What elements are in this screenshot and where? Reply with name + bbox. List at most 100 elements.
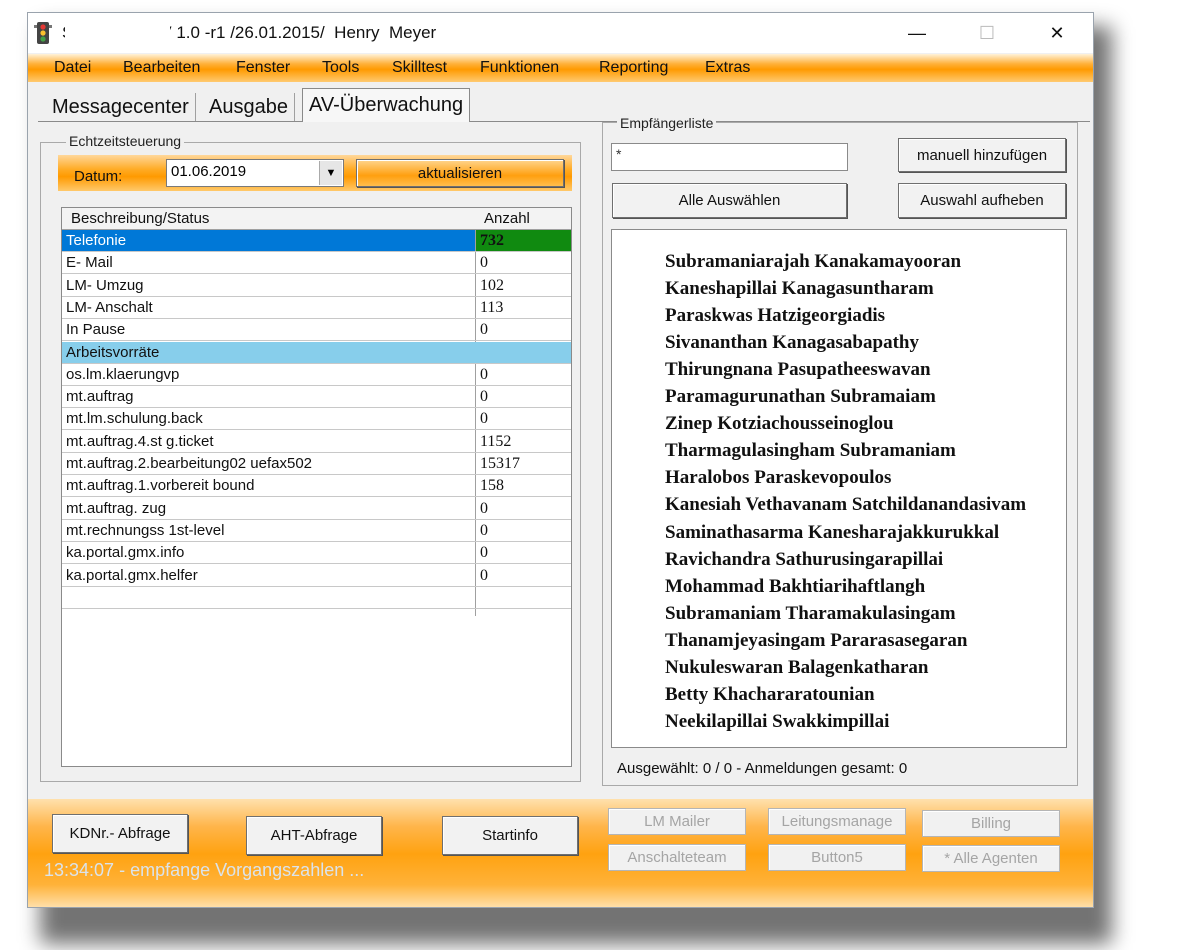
row-description: os.lm.klaerungvp <box>66 365 180 383</box>
row-description <box>66 587 471 608</box>
title-redaction <box>65 22 170 44</box>
list-item[interactable]: Paraskwas Hatzigeorgiadis <box>665 305 885 327</box>
row-description: LM- Umzug <box>66 276 144 294</box>
billing-button[interactable]: Billing <box>922 810 1060 837</box>
row-count <box>480 342 568 363</box>
row-description: mt.auftrag <box>66 388 134 406</box>
row-description: Arbeitsvorräte <box>66 343 160 361</box>
row-count: 1152 <box>480 432 512 450</box>
aht-query-button[interactable]: AHT-Abfrage <box>246 816 382 855</box>
refresh-button[interactable]: aktualisieren <box>356 159 564 187</box>
title-bar[interactable]: Supervision V 1.0 -r1 /26.01.2015/ Henry… <box>28 13 1093 53</box>
table-row[interactable] <box>62 587 571 609</box>
maximize-button[interactable]: ☐ <box>957 13 1017 53</box>
table-row[interactable]: Telefonie 732 <box>62 230 571 252</box>
table-row[interactable]: mt.auftrag. zug 0 <box>62 498 571 520</box>
tab-av-ueberwachung[interactable]: AV-Überwachung <box>302 88 471 122</box>
date-dropdown[interactable]: 01.06.2019 ▼ <box>166 159 344 187</box>
row-description: mt.auftrag.4.st g.ticket <box>66 432 214 450</box>
list-item[interactable]: Kaneshapillai Kanagasuntharam <box>665 278 934 300</box>
tab-ausgabe[interactable]: Ausgabe <box>203 93 295 121</box>
minimize-button[interactable]: — <box>887 13 947 53</box>
anschalteteam-button[interactable]: Anschalteteam <box>608 844 746 871</box>
realtime-group-label: Echtzeitsteuerung <box>66 133 185 149</box>
menu-extras[interactable]: Extras <box>705 59 750 77</box>
row-description: LM- Anschalt <box>66 298 153 316</box>
all-agents-button[interactable]: * Alle Agenten <box>922 845 1060 872</box>
menu-bearbeiten[interactable]: Bearbeiten <box>123 59 200 77</box>
row-count: 0 <box>480 388 488 406</box>
table-row[interactable]: mt.auftrag 0 <box>62 386 571 409</box>
status-table[interactable]: Beschreibung/Status Anzahl Telefonie 732 E… <box>61 207 572 767</box>
kdnr-query-button[interactable]: KDNr.- Abfrage <box>52 814 188 853</box>
row-count: 0 <box>480 365 488 383</box>
table-row[interactable]: ka.portal.gmx.helfer 0 <box>62 565 571 587</box>
list-item[interactable]: Nukuleswaran Balagenkatharan <box>665 657 928 679</box>
row-count: 113 <box>480 298 504 316</box>
list-item[interactable]: Mohammad Bakhtiarihaftlangh <box>665 576 925 598</box>
table-row[interactable]: mt.auftrag.1.vorbereit bound 158 <box>62 475 571 498</box>
table-row[interactable]: mt.auftrag.2.bearbeitung02 uefax502 15317 <box>62 453 571 475</box>
list-item[interactable]: Betty Khachararatounian <box>665 684 875 706</box>
table-row[interactable]: Arbeitsvorräte <box>62 341 571 364</box>
table-row[interactable]: mt.auftrag.4.st g.ticket 1152 <box>62 431 571 453</box>
table-row[interactable]: os.lm.klaerungvp 0 <box>62 364 571 386</box>
table-row[interactable]: ka.portal.gmx.info 0 <box>62 542 571 565</box>
row-description: ka.portal.gmx.info <box>66 544 185 562</box>
button5-button[interactable]: Button5 <box>768 844 906 871</box>
list-item[interactable]: Thanamjeyasingam Pararasasegaran <box>665 630 967 652</box>
column-header-count[interactable]: Anzahl <box>484 208 530 229</box>
row-description: E- Mail <box>66 254 113 272</box>
menu-reporting[interactable]: Reporting <box>599 59 668 77</box>
list-item[interactable]: Sivananthan Kanagasabapathy <box>665 332 919 354</box>
row-count: 732 <box>476 230 571 251</box>
list-item[interactable]: Neekilapillai Swakkimpillai <box>665 711 889 733</box>
list-item[interactable]: Haralobos Paraskevopoulos <box>665 467 891 489</box>
row-description: In Pause <box>66 321 126 339</box>
row-count: 0 <box>480 521 488 539</box>
column-header-description[interactable]: Beschreibung/Status <box>71 208 476 229</box>
list-item[interactable]: Paramagurunathan Subramaiam <box>665 386 936 408</box>
list-item[interactable]: Subramaniarajah Kanakamayooran <box>665 251 961 273</box>
row-description: mt.auftrag. zug <box>66 499 167 517</box>
list-item[interactable]: Zinep Kotziachousseinoglou <box>665 413 894 435</box>
table-row[interactable]: E- Mail 0 <box>62 252 571 275</box>
menu-datei[interactable]: Datei <box>54 59 91 77</box>
selection-status: Ausgewählt: 0 / 0 - Anmeldungen gesamt: … <box>617 760 908 777</box>
select-all-button[interactable]: Alle Auswählen <box>612 183 847 218</box>
menu-bar: Datei Bearbeiten Fenster Tools Skilltest… <box>28 54 1093 82</box>
list-item[interactable]: Tharmagulasingham Subramaniam <box>665 440 956 462</box>
table-row[interactable]: In Pause 0 <box>62 319 571 342</box>
menu-skilltest[interactable]: Skilltest <box>392 59 447 77</box>
list-item[interactable]: Thirungnana Pasupatheeswavan <box>665 359 931 381</box>
recipient-search-input[interactable]: * <box>611 143 848 171</box>
lm-mailer-button[interactable]: LM Mailer <box>608 808 746 835</box>
list-item[interactable]: Subramaniam Tharamakulasingam <box>665 603 956 625</box>
chevron-down-icon[interactable]: ▼ <box>319 161 342 185</box>
list-item[interactable]: Ravichandra Sathurusingarapillai <box>665 549 943 571</box>
leitungsmanage-button[interactable]: Leitungsmanage <box>768 808 906 835</box>
menu-tools[interactable]: Tools <box>322 59 359 77</box>
table-header: Beschreibung/Status Anzahl <box>62 208 571 230</box>
list-item[interactable]: Saminathasarma Kanesharajakkurukkal <box>665 522 999 544</box>
row-description: mt.auftrag.2.bearbeitung02 uefax502 <box>66 455 313 472</box>
list-item[interactable]: Kanesiah Vethavanam Satchildanandasivam <box>665 494 1026 516</box>
startinfo-button[interactable]: Startinfo <box>442 816 578 855</box>
close-button[interactable]: ✕ <box>1027 13 1087 53</box>
menu-fenster[interactable]: Fenster <box>236 59 290 77</box>
row-count: 15317 <box>480 455 520 472</box>
date-label: Datum: <box>74 168 123 185</box>
add-manual-button[interactable]: manuell hinzufügen <box>898 138 1066 172</box>
row-count: 158 <box>480 477 504 495</box>
table-row[interactable]: LM- Umzug 102 <box>62 275 571 297</box>
maximize-icon: ☐ <box>978 22 996 43</box>
deselect-all-button[interactable]: Auswahl aufheben <box>898 183 1066 218</box>
table-row[interactable]: mt.rechnungss 1st-level 0 <box>62 520 571 542</box>
recipient-list[interactable]: Subramaniarajah Kanakamayooran Kaneshapil… <box>611 229 1067 748</box>
tab-messagecenter[interactable]: Messagecenter <box>46 93 196 121</box>
row-count: 0 <box>480 254 488 272</box>
table-row[interactable]: mt.lm.schulung.back 0 <box>62 408 571 431</box>
menu-funktionen[interactable]: Funktionen <box>480 59 559 77</box>
row-count: 0 <box>480 321 488 339</box>
table-row[interactable]: LM- Anschalt 113 <box>62 297 571 319</box>
